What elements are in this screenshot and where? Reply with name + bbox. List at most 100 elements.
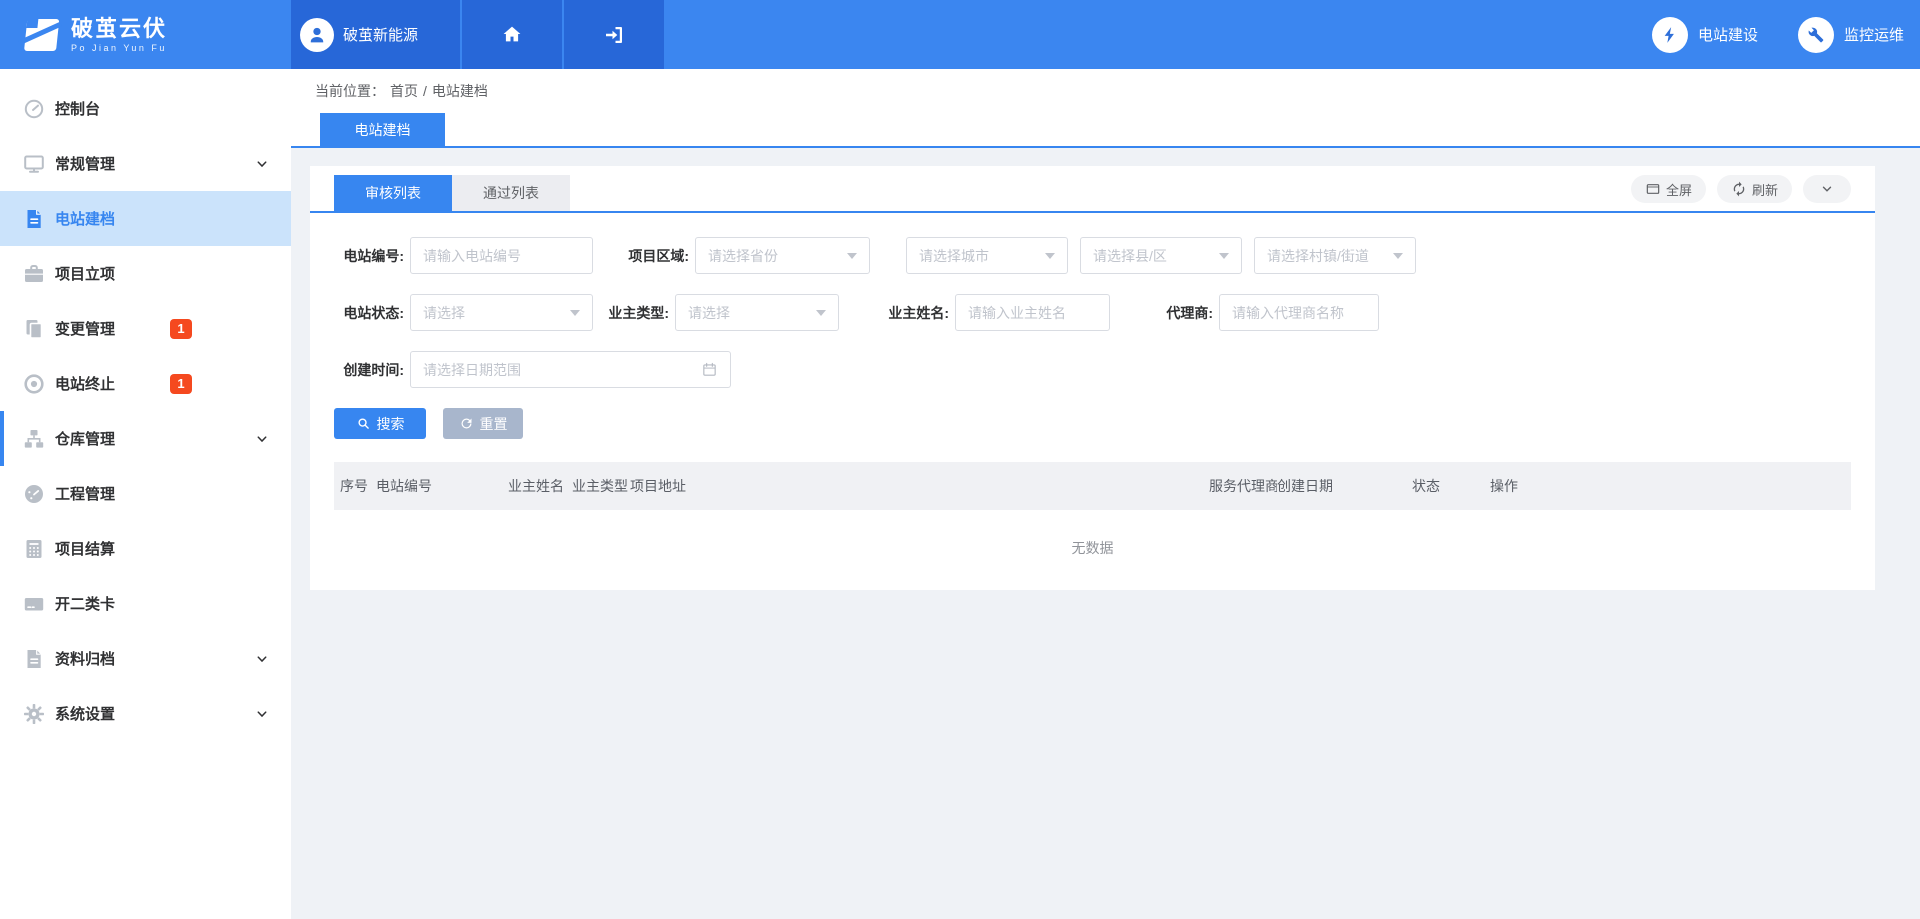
page-tab-row: 电站建档 <box>291 113 1920 148</box>
date-range-input[interactable]: 请选择日期范围 <box>410 351 731 388</box>
station-build-nav[interactable]: 电站建设 <box>1652 17 1758 53</box>
caret-down-icon <box>816 310 826 316</box>
brand-text: 破茧云伏 Po Jian Yun Fu <box>71 17 167 53</box>
sidebar: 控制台 常规管理 电站建档 <box>0 69 291 919</box>
caret-down-icon <box>1393 253 1403 259</box>
home-icon <box>500 23 524 47</box>
sidebar-item-data-archive[interactable]: 资料归档 <box>0 631 291 686</box>
province-placeholder: 请选择省份 <box>708 246 778 266</box>
sidebar-item-warehouse-mgmt[interactable]: 仓库管理 <box>0 411 291 466</box>
village-select[interactable]: 请选择村镇/街道 <box>1254 237 1416 274</box>
top-bar: 破茧云伏 Po Jian Yun Fu 破茧新能源 <box>0 0 1920 69</box>
gauge-icon <box>22 97 46 121</box>
monitor-ops-nav[interactable]: 监控运维 <box>1798 17 1904 53</box>
page-header: 当前位置： 首页 / 电站建档 电站建档 <box>291 69 1920 148</box>
sidebar-item-system-settings[interactable]: 系统设置 <box>0 686 291 741</box>
sidebar-item-label: 工程管理 <box>55 483 115 504</box>
brand: 破茧云伏 Po Jian Yun Fu <box>0 0 291 69</box>
sidebar-item-station-termination[interactable]: 电站终止 1 <box>0 356 291 411</box>
logout-button[interactable] <box>564 0 664 69</box>
breadcrumb-home-link[interactable]: 首页 <box>390 81 418 101</box>
empty-state: 无数据 <box>310 510 1875 586</box>
avatar <box>300 18 334 52</box>
col-index: 序号 <box>340 476 376 496</box>
sidebar-item-type2-card[interactable]: 开二类卡 <box>0 576 291 631</box>
date-range-placeholder: 请选择日期范围 <box>423 360 521 380</box>
tab-passed-list[interactable]: 通过列表 <box>452 175 570 211</box>
county-select[interactable]: 请选择县/区 <box>1080 237 1242 274</box>
caret-down-icon <box>1219 253 1229 259</box>
sidebar-item-label: 项目立项 <box>55 263 115 284</box>
refresh-button[interactable]: 刷新 <box>1717 175 1792 203</box>
form-row-2: 电站状态: 请选择 业主类型: 请选择 业主姓名: <box>334 294 1851 331</box>
reset-icon <box>459 416 474 431</box>
province-select[interactable]: 请选择省份 <box>695 237 870 274</box>
chevron-down-icon <box>253 705 271 723</box>
sidebar-item-general-mgmt[interactable]: 常规管理 <box>0 136 291 191</box>
refresh-icon <box>1731 181 1747 197</box>
gear-icon <box>22 702 46 726</box>
created-time-label: 创建时间: <box>334 360 404 380</box>
sidebar-item-change-mgmt[interactable]: 变更管理 1 <box>0 301 291 356</box>
col-owner-type: 业主类型 <box>572 476 630 496</box>
city-select[interactable]: 请选择城市 <box>906 237 1068 274</box>
caret-down-icon <box>847 253 857 259</box>
col-service-agent: 服务代理商 <box>1209 476 1277 496</box>
collapse-button[interactable] <box>1803 175 1851 203</box>
monitor-ops-label: 监控运维 <box>1844 24 1904 45</box>
sidebar-item-label: 变更管理 <box>55 318 115 339</box>
owner-type-select[interactable]: 请选择 <box>675 294 839 331</box>
sidebar-item-engineering-mgmt[interactable]: 工程管理 <box>0 466 291 521</box>
topbar-right: 电站建设 监控运维 <box>1652 0 1920 69</box>
sidebar-item-console[interactable]: 控制台 <box>0 81 291 136</box>
fullscreen-button[interactable]: 全屏 <box>1631 175 1706 203</box>
search-icon <box>356 416 371 431</box>
sidebar-item-project-settlement[interactable]: 项目结算 <box>0 521 291 576</box>
reset-button[interactable]: 重置 <box>443 408 523 439</box>
fullscreen-icon <box>1645 181 1661 197</box>
col-actions: 操作 <box>1490 476 1851 496</box>
breadcrumb-separator: / <box>423 83 427 99</box>
sidebar-item-label: 仓库管理 <box>55 428 115 449</box>
calendar-icon <box>701 361 718 378</box>
sidebar-item-station-filing[interactable]: 电站建档 <box>0 191 291 246</box>
topbar-account-button[interactable]: 破茧新能源 <box>291 0 460 69</box>
search-button[interactable]: 搜索 <box>334 408 426 439</box>
target-icon <box>22 372 46 396</box>
station-build-label: 电站建设 <box>1698 24 1758 45</box>
chevron-down-icon <box>253 155 271 173</box>
tab-review-list[interactable]: 审核列表 <box>334 175 452 211</box>
panel-tools: 全屏 刷新 <box>1631 175 1851 203</box>
station-status-select[interactable]: 请选择 <box>410 294 593 331</box>
sidebar-item-project-initiation[interactable]: 项目立项 <box>0 246 291 301</box>
card-icon <box>22 592 46 616</box>
document-icon <box>22 207 46 231</box>
brand-logo-icon <box>18 13 62 57</box>
page-tab-station-filing[interactable]: 电站建档 <box>320 113 445 146</box>
station-no-input[interactable] <box>410 237 593 274</box>
station-status-label: 电站状态: <box>334 303 404 323</box>
sidebar-item-label: 电站建档 <box>55 208 115 229</box>
app-root: 破茧云伏 Po Jian Yun Fu 破茧新能源 <box>0 0 1920 919</box>
panel-tab-bar: 审核列表 通过列表 全屏 <box>310 166 1875 213</box>
form-row-1: 电站编号: 项目区域: 请选择省份 请选择城市 <box>334 237 1851 274</box>
brand-title: 破茧云伏 <box>71 17 167 41</box>
owner-name-input[interactable] <box>955 294 1110 331</box>
main-area: 当前位置： 首页 / 电站建档 电站建档 审核列表 通过列表 <box>291 69 1920 919</box>
owner-name-label: 业主姓名: <box>884 303 949 323</box>
village-placeholder: 请选择村镇/街道 <box>1267 246 1369 266</box>
agent-input[interactable] <box>1219 294 1379 331</box>
station-no-label: 电站编号: <box>334 246 404 266</box>
caret-down-icon <box>1045 253 1055 259</box>
archive-icon <box>22 647 46 671</box>
sidebar-item-label: 系统设置 <box>55 703 115 724</box>
breadcrumb-current: 电站建档 <box>432 81 488 101</box>
agent-label: 代理商: <box>1153 303 1213 323</box>
col-station-no: 电站编号 <box>376 476 508 496</box>
query-form: 电站编号: 项目区域: 请选择省份 请选择城市 <box>310 213 1875 439</box>
sign-in-icon <box>602 23 626 47</box>
search-label: 搜索 <box>377 414 405 434</box>
meter-icon <box>22 482 46 506</box>
sidebar-item-label: 资料归档 <box>55 648 115 669</box>
home-button[interactable] <box>462 0 562 69</box>
